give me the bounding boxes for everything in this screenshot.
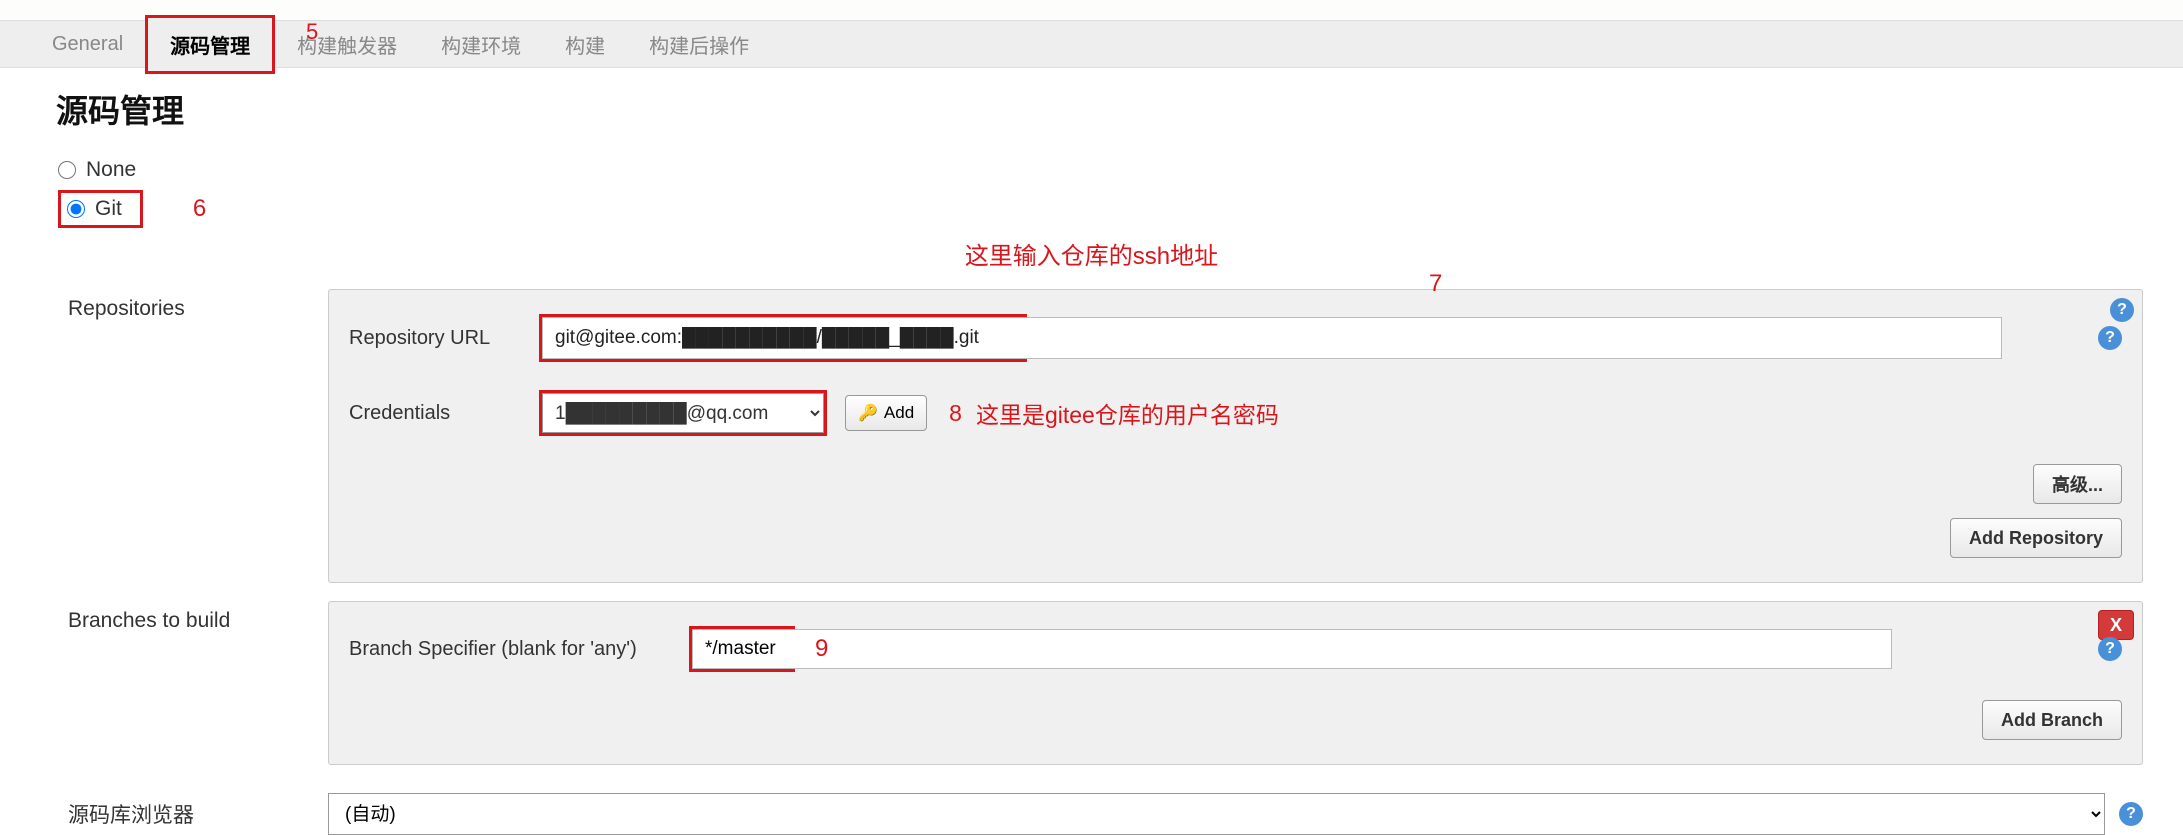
tab-build-env[interactable]: 构建环境 [419,18,543,71]
help-icon[interactable]: ? [2098,637,2122,661]
repo-browser-row: 源码库浏览器 (自动) ? [68,793,2143,835]
repo-url-input[interactable] [542,317,2002,359]
tab-build-triggers[interactable]: 构建触发器 [275,18,419,71]
radio-none-label: None [86,158,136,182]
branches-label: Branches to build [68,601,328,765]
branch-specifier-input[interactable] [692,629,1892,669]
repo-url-highlight [539,314,1027,362]
credentials-select[interactable]: 1█████████@qq.com [542,393,824,433]
branch-specifier-row: Branch Specifier (blank for 'any') 9 ? [349,626,2122,672]
branch-specifier-label: Branch Specifier (blank for 'any') [349,638,689,661]
credentials-label: Credentials [349,402,539,425]
add-credentials-button[interactable]: 🔑 Add [845,395,927,431]
help-icon[interactable]: ? [2119,802,2143,826]
section-title-scm: 源码管理 [56,86,2143,132]
config-tabs: General 源码管理 5 构建触发器 构建环境 构建 构建后操作 [0,20,2183,68]
tab-build[interactable]: 构建 [543,18,627,71]
credentials-highlight: 1█████████@qq.com [539,390,827,436]
tab-post-build[interactable]: 构建后操作 [627,18,771,71]
add-branch-button[interactable]: Add Branch [1982,700,2122,740]
tab-scm[interactable]: 源码管理 [145,15,275,74]
scm-radio-group: None Git 6 [58,158,2143,228]
annotation-cred-hint: 这里是gitee仓库的用户名密码 [976,396,1279,430]
tab-general[interactable]: General [30,21,145,68]
annotation-9: 9 [815,635,828,663]
repo-browser-select[interactable]: (自动) [328,793,2105,835]
content-area: 源码管理 None Git 6 这里输入仓库的ssh地址 Repositorie… [0,68,2183,835]
branches-bottom-buttons: Add Branch [349,700,2122,740]
branches-panel: X Branch Specifier (blank for 'any') 9 ?… [328,601,2143,765]
repo-url-row: 7 Repository URL ? [349,314,2122,362]
radio-none-row[interactable]: None [58,158,2143,182]
help-icon[interactable]: ? [2098,326,2122,350]
radio-none[interactable] [58,161,76,179]
repositories-label: Repositories [68,289,328,583]
radio-git-label: Git [95,197,122,221]
add-button-label: Add [884,403,914,423]
branch-specifier-highlight [689,626,795,672]
add-repository-button[interactable]: Add Repository [1950,518,2122,558]
radio-git[interactable] [67,200,85,218]
annotation-7: 7 [1429,270,1442,298]
annotation-8: 8 [949,400,962,427]
repo-browser-label: 源码库浏览器 [68,799,328,829]
branches-block: Branches to build X Branch Specifier (bl… [68,601,2143,765]
repositories-block: Repositories ? 7 Repository URL ? Creden… [68,289,2143,583]
repo-bottom-buttons: 高级... Add Repository [349,464,2122,558]
repositories-panel: ? 7 Repository URL ? Credentials 1██████… [328,289,2143,583]
key-icon: 🔑 [858,403,878,423]
annotation-6: 6 [193,195,206,223]
annotation-ssh-hint: 这里输入仓库的ssh地址 [40,236,2143,271]
radio-git-highlight: Git [58,190,143,228]
repo-url-label: Repository URL [349,327,539,350]
advanced-button[interactable]: 高级... [2033,464,2122,504]
credentials-row: Credentials 1█████████@qq.com 🔑 Add 8 这里… [349,390,2122,436]
annotation-5: 5 [306,19,318,45]
